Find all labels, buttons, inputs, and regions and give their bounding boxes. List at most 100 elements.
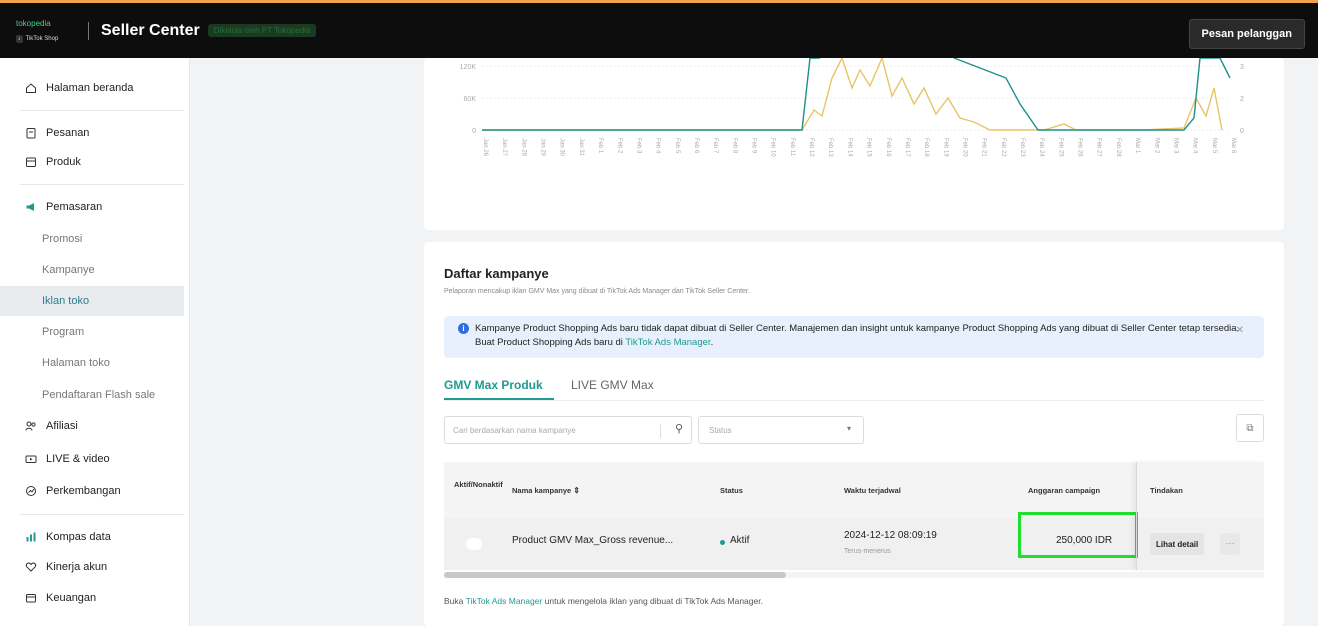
sidebar-item-promotions[interactable]: Promosi — [0, 224, 184, 254]
sidebar-item-live-video[interactable]: LIVE & video — [0, 444, 184, 474]
x-axis-tick-label: Feb 26 — [1077, 138, 1083, 157]
campaign-list-title: Daftar kampanye — [444, 266, 549, 281]
campaign-search-input[interactable]: Cari berdasarkan nama kampanye ⚲ — [444, 416, 692, 444]
active-tab-indicator — [444, 398, 554, 400]
top-bar: tokopedia ♪ TikTok Shop Seller Center Dik… — [0, 0, 1318, 58]
tokopedia-logo-text: tokopedia — [16, 18, 51, 28]
search-icon[interactable]: ⚲ — [675, 422, 683, 435]
sidebar-item-data-compass[interactable]: Kompas data — [0, 522, 184, 552]
col-status-header: Status — [720, 486, 743, 495]
campaign-name[interactable]: Product GMV Max_Gross revenue... — [512, 535, 673, 546]
tiktok-ads-manager-link[interactable]: TikTok Ads Manager — [625, 337, 710, 348]
x-axis-tick-label: Feb 20 — [961, 138, 967, 157]
footer-ads-manager-link[interactable]: TikTok Ads Manager — [466, 596, 543, 606]
series-line-teal — [482, 58, 820, 131]
x-axis-tick-label: Feb 22 — [1000, 138, 1006, 157]
tab-gmv-max-product[interactable]: GMV Max Produk — [444, 378, 543, 392]
sidebar-item-marketing[interactable]: Pemasaran — [0, 192, 184, 222]
sidebar-divider — [20, 514, 184, 515]
search-separator — [660, 424, 661, 438]
chevron-down-icon: ▾ — [846, 424, 851, 433]
x-axis-tick-label: Feb 10 — [770, 138, 776, 157]
sidebar-item-products[interactable]: Produk — [0, 147, 184, 177]
banner-period: . — [710, 337, 714, 348]
x-axis-tick-label: Feb 17 — [904, 138, 910, 157]
x-axis-tick-label: Feb 12 — [808, 138, 814, 157]
sidebar-item-label: Kompas data — [46, 531, 111, 543]
active-toggle[interactable] — [466, 538, 482, 550]
sidebar-item-account-health[interactable]: Kinerja akun — [0, 552, 184, 582]
x-axis-tick-label: Mar 6 — [1230, 138, 1236, 154]
growth-icon — [24, 484, 38, 498]
status-filter-select[interactable]: Status ▾ — [698, 416, 864, 444]
x-axis-tick-label: Jan 30 — [559, 138, 565, 157]
x-axis-tick-label: Jan 26 — [482, 138, 488, 157]
x-axis-tick-label: Jan 31 — [578, 138, 584, 157]
col-toggle-header: Aktif/Nonaktif — [454, 480, 503, 489]
sort-icon[interactable]: ⇕ — [573, 486, 580, 495]
series-line-yellow — [482, 58, 1223, 131]
home-icon — [24, 81, 38, 95]
x-axis-tick-label: Feb 21 — [981, 138, 987, 157]
highlight-box — [1018, 512, 1138, 558]
campaign-list-card: Daftar kampanye Pelaporan mencakup iklan… — [424, 242, 1284, 626]
x-axis-tick-label: Feb 15 — [866, 138, 872, 157]
sidebar-item-finance[interactable]: Keuangan — [0, 583, 184, 613]
x-axis-tick-label: Feb 2 — [616, 138, 622, 154]
sidebar-item-label: Afiliasi — [46, 420, 78, 432]
x-axis-tick-label: Feb 1 — [597, 138, 603, 154]
y2-axis-tick-label: 2 — [1240, 96, 1244, 103]
sidebar-item-orders[interactable]: Pesanan — [0, 118, 184, 148]
sidebar-item-program[interactable]: Program — [0, 317, 184, 347]
x-axis-tick-label: Feb 8 — [731, 138, 737, 154]
sidebar-divider — [20, 110, 184, 111]
sidebar-item-label: Perkembangan — [46, 485, 121, 497]
sidebar-item-label: Kinerja akun — [46, 561, 108, 573]
horizontal-scrollbar[interactable] — [444, 572, 1264, 578]
footer-note: Buka TikTok Ads Manager untuk mengelola … — [444, 596, 763, 606]
x-axis-tick-label: Jan 27 — [501, 138, 507, 157]
sidebar-item-store-ads[interactable]: Iklan toko — [0, 286, 184, 316]
col-name-header[interactable]: Nama kampanye ⇕ — [512, 486, 580, 495]
series-line-teal-2 — [953, 58, 1231, 131]
search-placeholder: Cari berdasarkan nama kampanye — [453, 425, 576, 435]
sticky-action-column — [1136, 462, 1264, 570]
sidebar-item-label: Keuangan — [46, 592, 97, 604]
x-axis-tick-label: Jan 29 — [540, 138, 546, 157]
campaign-table: Aktif/Nonaktif Nama kampanye ⇕ Status Wa… — [444, 462, 1264, 578]
sidebar-item-label: Pesanan — [46, 127, 90, 139]
sidebar-item-home[interactable]: Halaman beranda — [0, 73, 184, 103]
x-axis-tick-label: Feb 23 — [1019, 138, 1025, 157]
sidebar-divider — [20, 184, 184, 185]
col-name-label: Nama kampanye — [512, 486, 572, 495]
customer-messages-button[interactable]: Pesan pelanggan — [1188, 19, 1305, 49]
topbar-divider — [88, 21, 89, 40]
tabs-divider — [444, 400, 1264, 401]
chart-icon — [24, 530, 38, 544]
scrollbar-thumb[interactable] — [444, 572, 786, 578]
campaign-list-description: Pelaporan mencakup iklan GMV Max yang di… — [444, 288, 750, 295]
tiktok-shop-text: TikTok Shop — [25, 35, 59, 42]
export-button[interactable]: ⧉ — [1236, 414, 1264, 442]
sidebar-item-affiliate[interactable]: Afiliasi — [0, 411, 184, 441]
app-title: Seller Center — [101, 21, 200, 39]
y-axis-tick-label: 120K — [460, 64, 477, 71]
x-axis-tick-label: Mar 3 — [1172, 138, 1178, 154]
campaign-status: Aktif — [730, 535, 750, 546]
brand-logo[interactable]: tokopedia ♪ TikTok Shop — [16, 19, 84, 43]
people-icon — [24, 419, 38, 433]
sidebar-item-campaigns[interactable]: Kampanye — [0, 255, 184, 285]
video-icon — [24, 452, 38, 466]
heart-icon — [24, 560, 38, 574]
sidebar-item-label: Halaman beranda — [46, 82, 134, 94]
close-icon[interactable]: ✕ — [1236, 325, 1244, 336]
x-axis-tick-label: Feb 9 — [751, 138, 757, 154]
scheduled-subtext: Terus-menerus — [844, 548, 891, 555]
sidebar-item-store-page[interactable]: Halaman toko — [0, 348, 184, 378]
y-axis-tick-label: 0 — [472, 128, 476, 135]
x-axis-tick-label: Feb 3 — [635, 138, 641, 154]
sidebar-item-flash-sale[interactable]: Pendaftaran Flash sale — [0, 380, 184, 410]
sidebar-item-growth[interactable]: Perkembangan — [0, 476, 184, 506]
info-banner-text: Kampanye Product Shopping Ads baru tidak… — [475, 322, 1245, 350]
tab-live-gmv-max[interactable]: LIVE GMV Max — [571, 378, 654, 392]
